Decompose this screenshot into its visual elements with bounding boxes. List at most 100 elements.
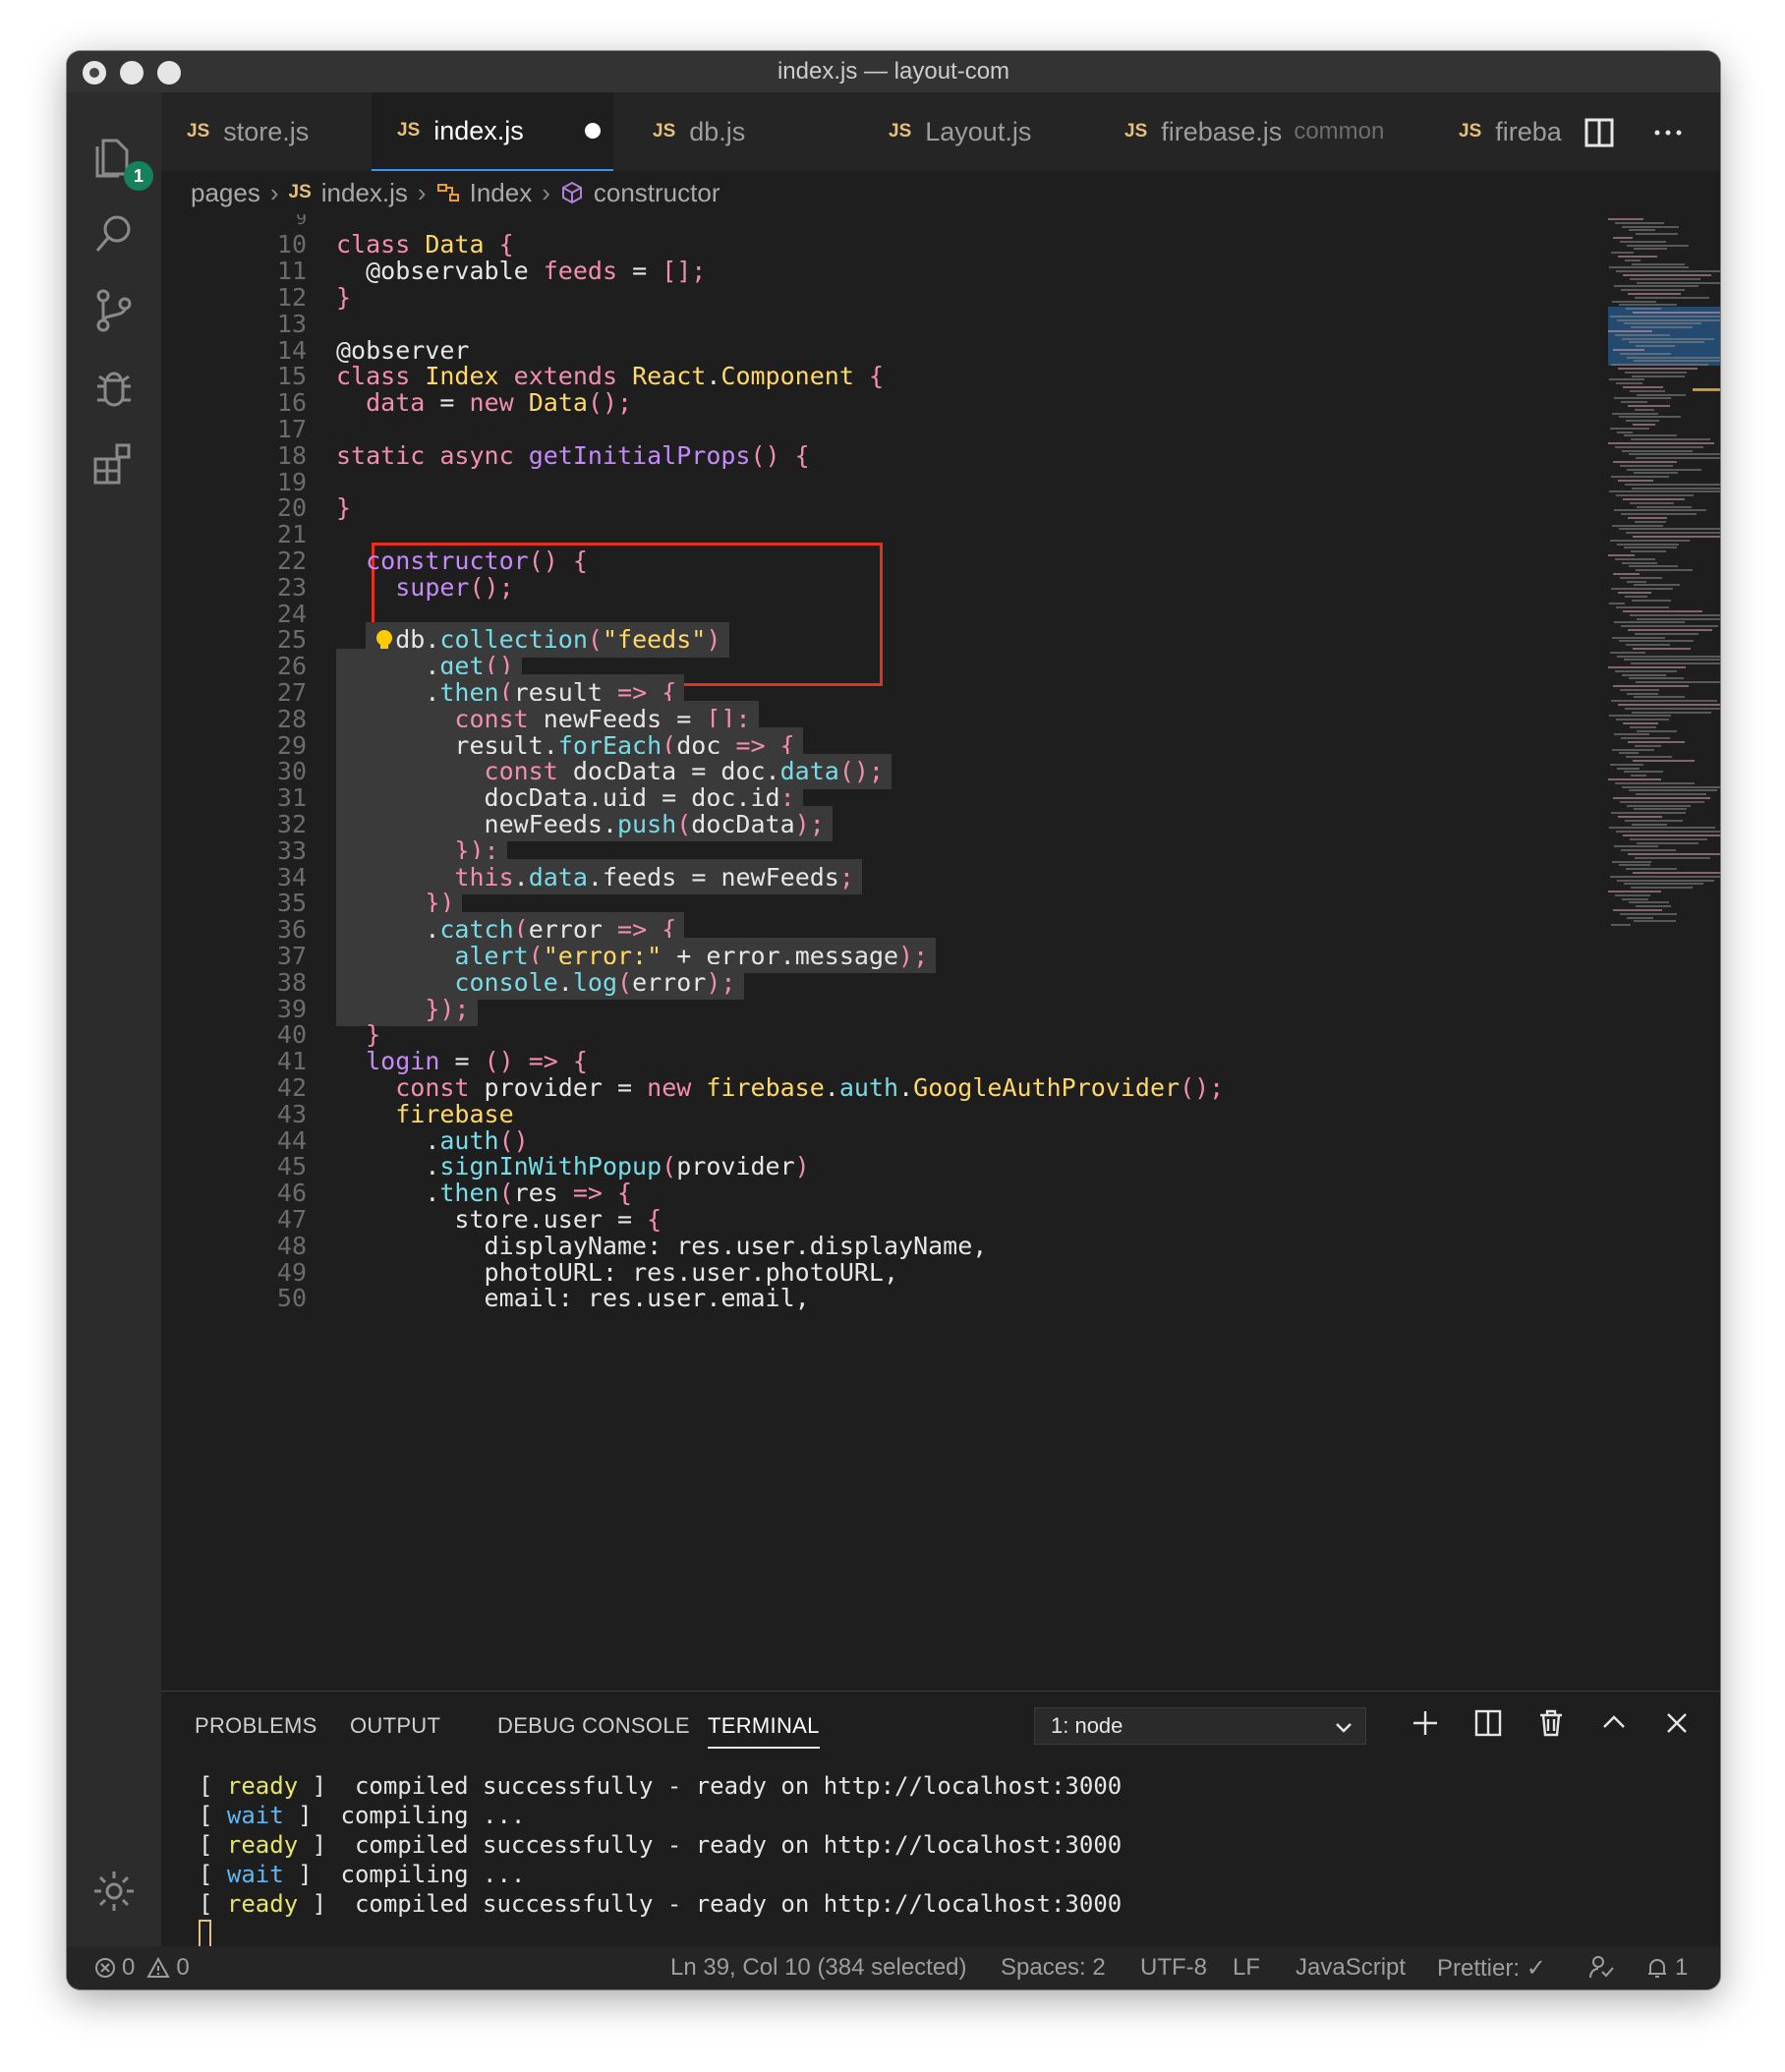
tab-layout-js[interactable]: JS Layout.js — [863, 92, 1099, 171]
window-controls — [83, 61, 181, 85]
search-icon[interactable] — [88, 208, 140, 259]
chevron-down-icon — [1336, 1723, 1352, 1733]
tab-problems[interactable]: PROBLEMS — [195, 1713, 317, 1739]
minimap-line — [1626, 644, 1670, 647]
maximize-window-button[interactable] — [157, 61, 181, 85]
minimap-line — [1609, 378, 1644, 381]
trash-icon[interactable] — [1535, 1707, 1567, 1739]
minimap-line — [1633, 760, 1695, 762]
minimap-line — [1625, 595, 1648, 598]
minimap-line — [1630, 277, 1700, 280]
minimap-line — [1624, 547, 1677, 549]
tab-store-js[interactable]: JS store.js — [161, 92, 358, 171]
minimap-line — [1632, 487, 1720, 489]
minimap-line — [1628, 405, 1671, 407]
encoding-status[interactable]: UTF-8 — [1140, 1954, 1207, 1982]
breadcrumb-member[interactable]: constructor — [594, 178, 720, 208]
prettier-status[interactable]: Prettier: ✓ — [1437, 1954, 1546, 1983]
code-line[interactable]: 50 email: res.user.email, — [161, 1281, 1557, 1316]
minimap-line — [1627, 916, 1653, 919]
unsaved-dot-icon[interactable] — [584, 123, 601, 139]
breadcrumb-class[interactable]: Index — [470, 178, 533, 208]
source-control-icon[interactable] — [88, 285, 140, 336]
feedback-icon[interactable] — [1588, 1954, 1614, 1980]
minimap-line — [1625, 371, 1687, 374]
minimap-line — [1627, 580, 1646, 583]
tab-label: store.js — [223, 116, 310, 146]
minimap-line — [1631, 326, 1693, 329]
terminal-output[interactable]: [ ready ] compiled successfully - ready … — [199, 1772, 1122, 1949]
minimap-line — [1615, 557, 1656, 560]
minimap-line — [1634, 472, 1678, 475]
minimize-window-button[interactable] — [120, 61, 144, 85]
new-terminal-plus-icon[interactable] — [1410, 1707, 1441, 1739]
settings-gear-icon[interactable] — [88, 1866, 140, 1917]
minimap-line — [1624, 659, 1720, 662]
minimap-line — [1620, 240, 1666, 243]
minimap-line — [1623, 386, 1664, 388]
eol-status[interactable]: LF — [1233, 1954, 1260, 1982]
extensions-icon[interactable] — [88, 438, 140, 489]
tab-db-js[interactable]: JS db.js — [627, 92, 863, 171]
minimap-line — [1612, 300, 1656, 303]
minimap-line — [1615, 669, 1677, 672]
terminal-line: [ ready ] compiled successfully - ready … — [199, 1772, 1123, 1800]
minimap-line — [1614, 397, 1671, 400]
minimap-line — [1633, 424, 1656, 426]
minimap-line — [1621, 625, 1718, 628]
problems-status[interactable]: 0 0 — [94, 1954, 190, 1982]
tab-output[interactable]: OUTPUT — [350, 1713, 440, 1739]
minimap-line — [1616, 719, 1669, 721]
tab-fireba[interactable]: JS fireba — [1433, 92, 1571, 171]
minimap-line — [1621, 513, 1698, 516]
minimap-line — [1637, 841, 1699, 844]
explorer-icon[interactable]: 1 — [88, 132, 153, 191]
minimap-line — [1636, 793, 1706, 796]
minimap-line — [1626, 532, 1720, 535]
tab-actions — [1583, 116, 1685, 149]
minimap-line — [1632, 262, 1685, 265]
minimap-line — [1630, 389, 1665, 392]
js-file-icon: JS — [397, 120, 421, 141]
tab-debug-console[interactable]: DEBUG CONSOLE — [497, 1713, 690, 1739]
minimap-line — [1612, 636, 1665, 639]
indentation-status[interactable]: Spaces: 2 — [1001, 1954, 1106, 1982]
minimap-line — [1632, 823, 1667, 826]
breadcrumb-folder[interactable]: pages — [191, 178, 260, 208]
minimap-line — [1625, 707, 1720, 710]
split-editor-icon[interactable] — [1583, 116, 1616, 149]
chevron-up-icon[interactable] — [1598, 1707, 1630, 1739]
tab-terminal[interactable]: TERMINAL — [708, 1713, 820, 1749]
more-actions-icon[interactable] — [1651, 116, 1685, 149]
close-panel-icon[interactable] — [1661, 1707, 1693, 1739]
cursor-position[interactable]: Ln 39, Col 10 (384 selected) — [670, 1954, 967, 1982]
split-terminal-icon[interactable] — [1472, 1707, 1504, 1739]
minimap-line — [1629, 229, 1655, 232]
language-mode[interactable]: JavaScript — [1296, 1954, 1406, 1982]
terminal-status-tag: ready — [226, 1890, 299, 1918]
minimap-line — [1617, 655, 1720, 658]
code-editor[interactable]: 9 10 class Data {11 @observable feeds = []… — [161, 214, 1720, 1691]
warning-count: 0 — [176, 1954, 190, 1981]
terminal-select[interactable]: 1: node — [1034, 1707, 1366, 1745]
minimap-line — [1619, 864, 1651, 867]
breadcrumb-file[interactable]: index.js — [321, 178, 408, 208]
debug-icon[interactable] — [88, 362, 140, 413]
close-window-button[interactable] — [83, 61, 106, 85]
tab-firebase-js[interactable]: JS firebase.js common — [1099, 92, 1394, 171]
minimap-line — [1608, 666, 1687, 668]
minimap-line — [1608, 778, 1661, 780]
minimap-line — [1635, 856, 1711, 859]
tab-index-js[interactable]: JS index.js — [372, 92, 613, 171]
error-count: 0 — [122, 1954, 136, 1981]
minimap-line — [1634, 808, 1687, 811]
minimap-line — [1615, 893, 1650, 896]
minimap[interactable] — [1608, 214, 1720, 1197]
minimap-line — [1626, 308, 1661, 311]
minimap-line — [1628, 853, 1720, 855]
minimap-line — [1622, 785, 1720, 788]
notifications[interactable]: 1 — [1645, 1954, 1688, 1982]
tab-description: common — [1294, 118, 1385, 144]
minimap-line — [1616, 831, 1720, 834]
minimap-line — [1611, 812, 1686, 815]
